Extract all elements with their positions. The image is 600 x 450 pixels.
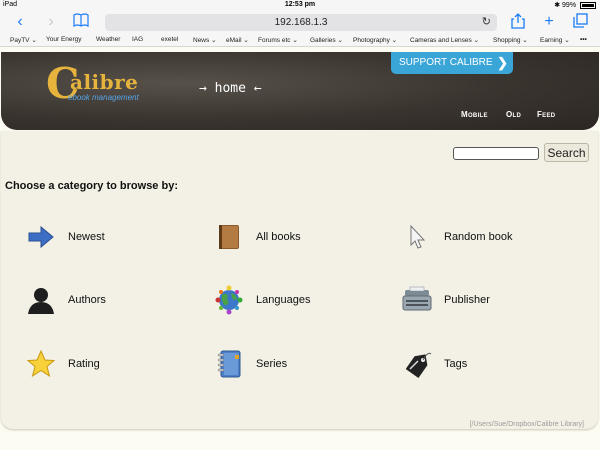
- category-publisher[interactable]: Publisher: [402, 285, 572, 317]
- share-icon: [511, 13, 525, 29]
- bookmark-galleries[interactable]: Galleries ⌄: [310, 36, 343, 44]
- bookmark-cameras[interactable]: Cameras and Lenses ⌄: [410, 36, 479, 44]
- new-tab-button[interactable]: +: [540, 13, 558, 31]
- tabs-button[interactable]: [571, 13, 589, 31]
- category-series[interactable]: Series: [214, 349, 384, 381]
- notebook-icon: [217, 350, 241, 378]
- tag-icon: [405, 352, 432, 378]
- browse-content: Search Choose a category to browse by: N…: [1, 131, 598, 429]
- book-icon: [219, 225, 239, 249]
- category-languages[interactable]: Languages: [214, 285, 384, 317]
- typewriter-icon: [402, 286, 432, 311]
- forward-button[interactable]: ›: [42, 13, 60, 31]
- library-path: [/Users/Sue/Dropbox/Calibre Library]: [469, 421, 584, 428]
- category-tags[interactable]: Tags: [402, 349, 572, 381]
- category-authors[interactable]: Authors: [26, 285, 196, 317]
- bookmark-iag[interactable]: IAG: [132, 36, 143, 43]
- category-label: Random book: [444, 231, 513, 243]
- globe-icon: [215, 285, 243, 315]
- arrow-right-icon: [28, 225, 54, 249]
- more-bookmarks-icon[interactable]: •••: [580, 36, 587, 43]
- logo-word: alibre: [70, 70, 139, 94]
- browse-prompt: Choose a category to browse by:: [5, 180, 178, 192]
- bookmark-earning[interactable]: Earning ⌄: [540, 36, 570, 44]
- bookmark-photography[interactable]: Photography ⌄: [353, 36, 397, 44]
- category-label: Authors: [68, 294, 106, 306]
- battery-indicator: ✱ 99%: [554, 1, 596, 9]
- bookmarks-bar: PayTV ⌄ Your Energy Weather IAG exetel N…: [0, 34, 600, 47]
- reload-icon[interactable]: ↻: [482, 14, 491, 31]
- category-newest[interactable]: Newest: [26, 222, 196, 254]
- url-text: 192.168.1.3: [274, 17, 328, 28]
- category-label: Series: [256, 358, 288, 370]
- old-link[interactable]: Old: [506, 110, 521, 119]
- search-button[interactable]: Search: [544, 143, 589, 162]
- bookmarks-button[interactable]: [72, 13, 90, 31]
- battery-percent: 99%: [562, 2, 577, 9]
- calibre-header: C alibre ebook management → home ← SUPPO…: [1, 52, 599, 130]
- bookmark-exetel[interactable]: exetel: [161, 36, 178, 43]
- page-title: → home ←: [199, 81, 262, 96]
- tabs-icon: [572, 13, 588, 28]
- category-label: Tags: [444, 358, 468, 370]
- back-button[interactable]: ‹: [11, 13, 29, 31]
- person-icon: [28, 288, 54, 314]
- bookmark-weather[interactable]: Weather: [96, 36, 120, 43]
- category-label: Languages: [256, 294, 311, 306]
- book-open-icon: [73, 13, 89, 28]
- feed-link[interactable]: Feed: [537, 110, 555, 119]
- bookmark-paytv[interactable]: PayTV ⌄: [10, 36, 37, 44]
- clock: 12:53 pm: [284, 1, 316, 8]
- cursor-icon: [410, 224, 426, 249]
- mobile-link[interactable]: Mobile: [461, 110, 488, 119]
- support-label: SUPPORT CALIBRE: [399, 57, 493, 68]
- category-label: Newest: [68, 231, 105, 243]
- bookmark-your-energy[interactable]: Your Energy: [46, 36, 82, 43]
- category-label: Publisher: [444, 294, 490, 306]
- bookmark-shopping[interactable]: Shopping ⌄: [493, 36, 528, 44]
- address-bar[interactable]: 192.168.1.3 ↻: [105, 14, 497, 31]
- search-input[interactable]: [453, 147, 539, 160]
- category-label: Rating: [68, 358, 100, 370]
- bookmark-forums[interactable]: Forums etc ⌄: [258, 36, 298, 44]
- browser-toolbar: ‹ › 192.168.1.3 ↻ +: [0, 11, 600, 34]
- battery-icon: [580, 1, 596, 9]
- bluetooth-icon: ✱: [554, 2, 561, 9]
- bookmark-news[interactable]: News ⌄: [193, 36, 217, 44]
- category-rating[interactable]: Rating: [26, 349, 196, 381]
- support-calibre-button[interactable]: SUPPORT CALIBRE ❯: [391, 52, 513, 74]
- logo-subtitle: ebook management: [68, 93, 139, 102]
- category-random-book[interactable]: Random book: [402, 222, 572, 254]
- star-icon: [26, 349, 56, 378]
- share-button[interactable]: [509, 13, 527, 31]
- category-label: All books: [256, 231, 301, 243]
- calibre-logo[interactable]: C alibre ebook management: [46, 62, 146, 110]
- bookmark-email[interactable]: eMail ⌄: [226, 36, 249, 44]
- chevron-right-icon: ❯: [497, 55, 508, 70]
- status-bar: iPad 12:53 pm ✱ 99%: [0, 0, 600, 11]
- category-all-books[interactable]: All books: [214, 222, 384, 254]
